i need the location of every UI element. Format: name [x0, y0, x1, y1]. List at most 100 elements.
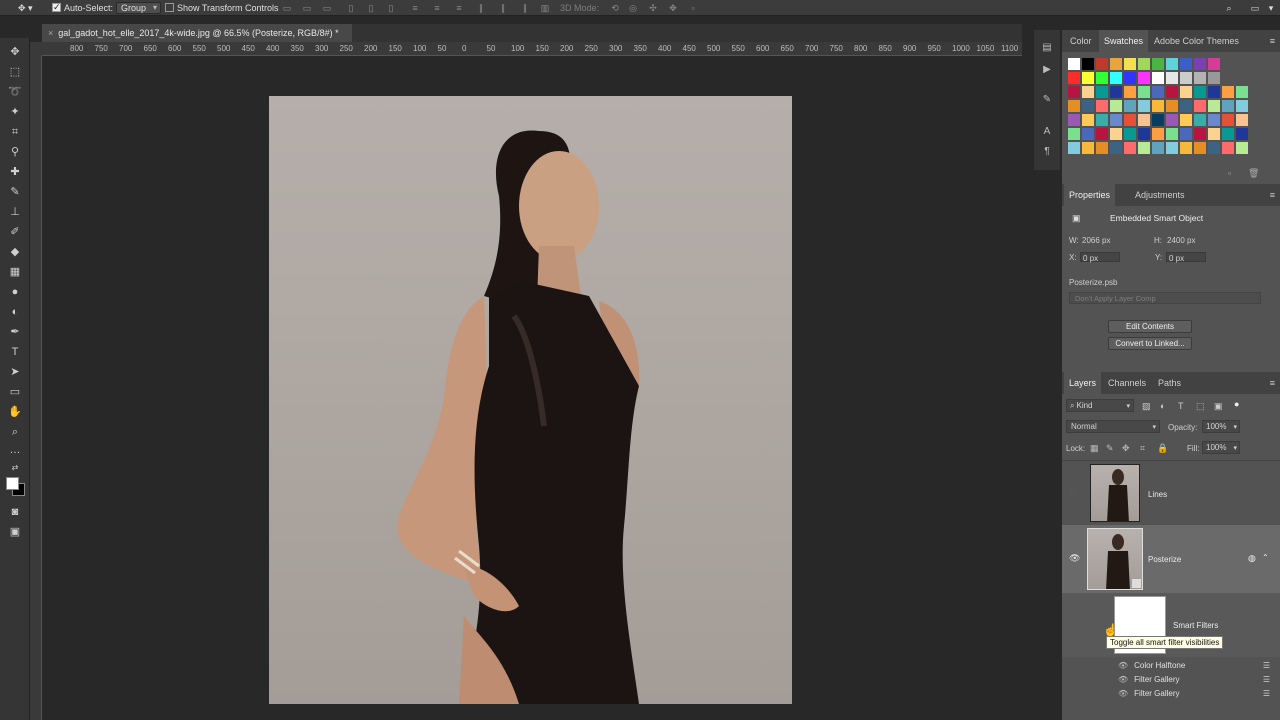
swatch[interactable]: [1110, 142, 1122, 154]
actions-play-icon[interactable]: ▶: [1041, 64, 1053, 76]
vertical-ruler[interactable]: [30, 56, 42, 720]
type-tool-icon[interactable]: T: [7, 344, 23, 360]
document-image[interactable]: [269, 96, 792, 704]
distribute-vcenter-icon[interactable]: ≡: [432, 3, 442, 13]
blend-mode-dropdown[interactable]: Normal ▾: [1066, 420, 1160, 433]
hand-tool-icon[interactable]: ✋: [7, 404, 23, 420]
swatch[interactable]: [1152, 142, 1164, 154]
align-top-icon[interactable]: ▭: [282, 3, 292, 13]
swatch[interactable]: [1222, 114, 1234, 126]
swatch[interactable]: [1096, 86, 1108, 98]
swatch[interactable]: [1180, 128, 1192, 140]
swatch[interactable]: [1208, 86, 1220, 98]
swatch[interactable]: [1222, 128, 1234, 140]
swatch[interactable]: [1068, 100, 1080, 112]
swatch[interactable]: [1194, 58, 1206, 70]
swatch[interactable]: [1138, 114, 1150, 126]
tab-color[interactable]: Color: [1070, 36, 1092, 46]
eye-icon[interactable]: 👁: [1118, 661, 1128, 670]
3d-rotate-icon[interactable]: ⟲: [610, 3, 620, 13]
fill-field[interactable]: 100% ▾: [1202, 441, 1240, 454]
brush-tool-icon[interactable]: ✎: [7, 184, 23, 200]
tab-channels[interactable]: Channels: [1108, 378, 1146, 388]
swatch[interactable]: [1110, 72, 1122, 84]
panel-menu-icon[interactable]: ≡: [1270, 378, 1275, 388]
lock-all-icon[interactable]: 🔒: [1157, 443, 1168, 454]
screen-mode-icon[interactable]: ▣: [7, 524, 23, 540]
path-selection-tool-icon[interactable]: ➤: [7, 364, 23, 380]
swatch[interactable]: [1110, 86, 1122, 98]
layer-name-posterize[interactable]: Posterize: [1148, 555, 1181, 564]
swatch[interactable]: [1138, 100, 1150, 112]
swatch[interactable]: [1152, 128, 1164, 140]
crop-tool-icon[interactable]: ⌗: [7, 124, 23, 140]
filter-options-icon[interactable]: ☰: [1263, 661, 1270, 670]
swatch[interactable]: [1208, 72, 1220, 84]
swatch[interactable]: [1222, 100, 1234, 112]
x-field[interactable]: 0 px: [1080, 252, 1120, 263]
swatch[interactable]: [1236, 128, 1248, 140]
magic-wand-tool-icon[interactable]: ✦: [7, 104, 23, 120]
tab-layers[interactable]: Layers: [1064, 372, 1102, 394]
filter-item-color-halftone[interactable]: 👁 Color Halftone: [1118, 661, 1185, 670]
swatch[interactable]: [1068, 58, 1080, 70]
move-tool-icon[interactable]: ✥: [7, 44, 23, 60]
lock-position-icon[interactable]: ✥: [1122, 443, 1130, 454]
swatch[interactable]: [1166, 114, 1178, 126]
swatch[interactable]: [1194, 86, 1206, 98]
swatch[interactable]: [1236, 86, 1248, 98]
workspace-dropdown-icon[interactable]: ▾: [1266, 3, 1276, 13]
swap-colors-icon[interactable]: ⇄: [7, 460, 23, 476]
swatch[interactable]: [1208, 100, 1220, 112]
auto-select-dropdown[interactable]: Group: [116, 2, 162, 14]
lasso-tool-icon[interactable]: ➰: [7, 84, 23, 100]
swatch[interactable]: [1194, 128, 1206, 140]
eye-icon[interactable]: 👁: [1118, 675, 1128, 684]
swatch[interactable]: [1194, 142, 1206, 154]
blur-tool-icon[interactable]: ●: [7, 284, 23, 300]
align-right-icon[interactable]: ▯: [386, 3, 396, 13]
swatch[interactable]: [1222, 86, 1234, 98]
swatch[interactable]: [1082, 100, 1094, 112]
lock-pixels-icon[interactable]: ✎: [1106, 443, 1114, 454]
layer-name-lines[interactable]: Lines: [1148, 490, 1167, 499]
paragraph-icon[interactable]: ¶: [1041, 146, 1053, 158]
swatch[interactable]: [1180, 114, 1192, 126]
brush-settings-icon[interactable]: ✎: [1041, 94, 1053, 106]
swatch[interactable]: [1152, 72, 1164, 84]
align-bottom-icon[interactable]: ▭: [322, 3, 332, 13]
lock-transparent-icon[interactable]: ▦: [1090, 443, 1099, 454]
swatch[interactable]: [1124, 86, 1136, 98]
swatch[interactable]: [1082, 58, 1094, 70]
swatch[interactable]: [1138, 128, 1150, 140]
more-tools-icon[interactable]: …: [7, 442, 23, 458]
clone-stamp-tool-icon[interactable]: ⊥: [7, 204, 23, 220]
move-tool-icon[interactable]: ✥ ▾: [18, 2, 33, 14]
swatch[interactable]: [1208, 58, 1220, 70]
swatch[interactable]: [1152, 58, 1164, 70]
swatch[interactable]: [1124, 100, 1136, 112]
eye-icon[interactable]: 👁: [1069, 553, 1080, 564]
close-icon[interactable]: ×: [48, 28, 53, 38]
swatch[interactable]: [1208, 114, 1220, 126]
align-left-icon[interactable]: ▯: [346, 3, 356, 13]
new-swatch-icon[interactable]: ▫: [1228, 168, 1231, 178]
swatch[interactable]: [1110, 128, 1122, 140]
height-value[interactable]: 2400 px: [1167, 236, 1195, 245]
swatch[interactable]: [1096, 114, 1108, 126]
swatch[interactable]: [1180, 100, 1192, 112]
filter-smart-object-icon[interactable]: ▣: [1214, 401, 1223, 412]
panel-menu-icon[interactable]: ≡: [1270, 36, 1275, 46]
opacity-field[interactable]: 100% ▾: [1202, 420, 1240, 433]
3d-roll-icon[interactable]: ◎: [628, 3, 638, 13]
marquee-tool-icon[interactable]: ⬚: [7, 64, 23, 80]
swatch[interactable]: [1110, 58, 1122, 70]
swatch[interactable]: [1096, 100, 1108, 112]
swatch[interactable]: [1138, 58, 1150, 70]
filter-options-icon[interactable]: ☰: [1263, 675, 1270, 684]
filter-shape-icon[interactable]: ⬚: [1196, 401, 1205, 412]
search-icon[interactable]: ⌕: [1224, 3, 1234, 13]
swatch[interactable]: [1166, 128, 1178, 140]
swatch[interactable]: [1110, 114, 1122, 126]
y-field[interactable]: 0 px: [1166, 252, 1206, 263]
